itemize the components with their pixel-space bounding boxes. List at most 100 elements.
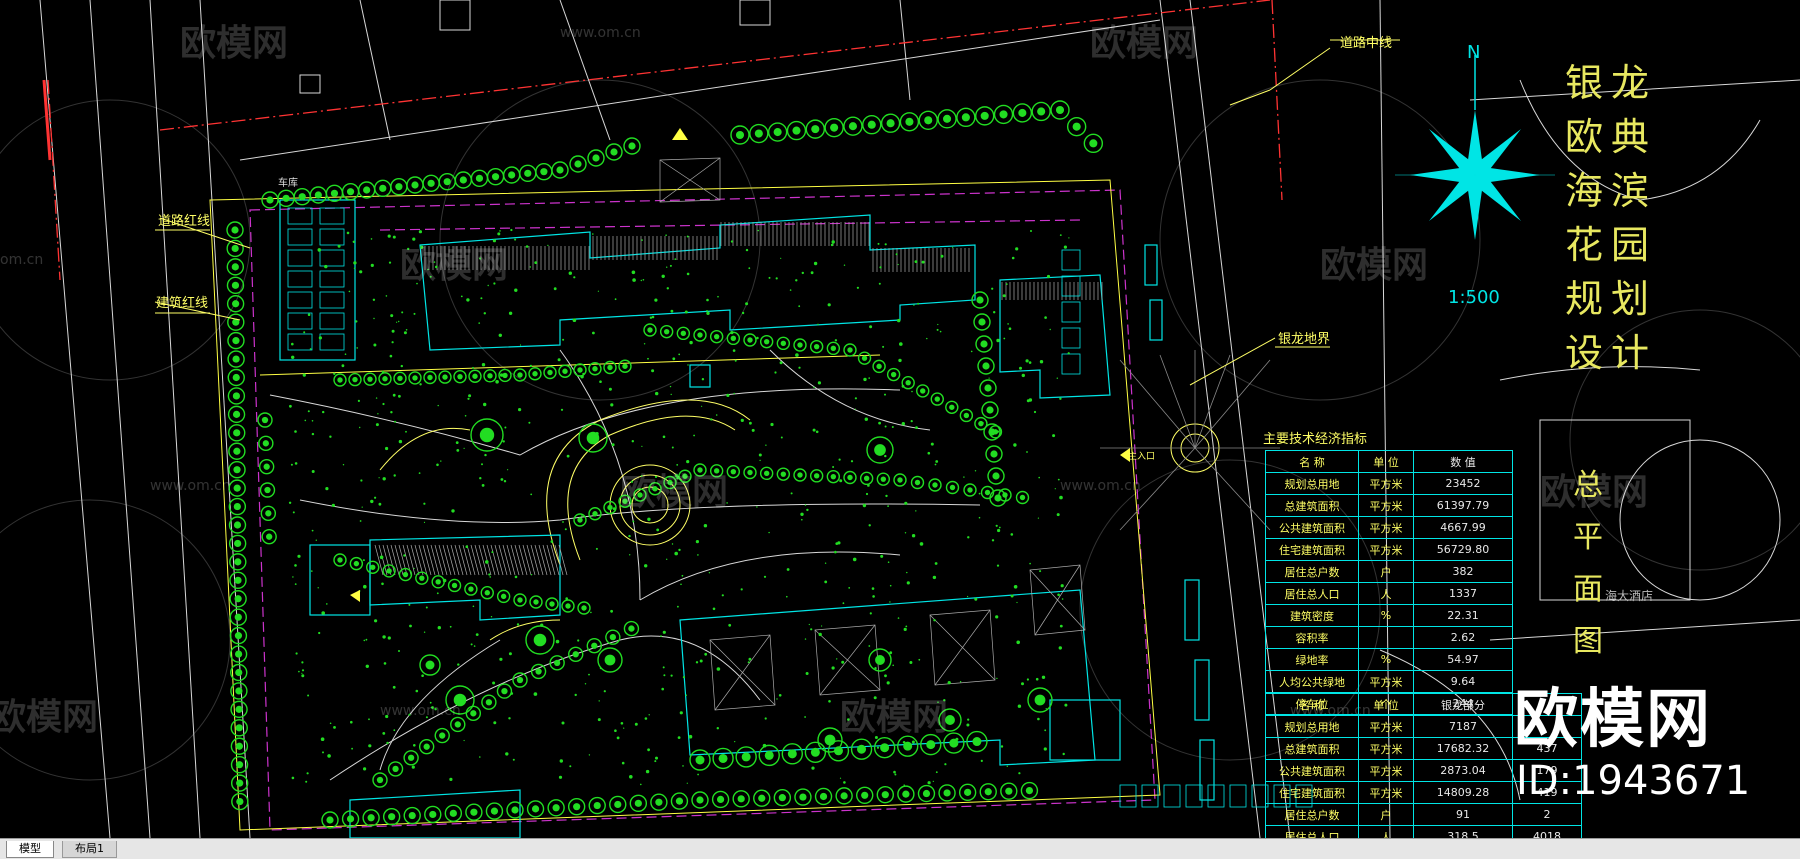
table-cell: 318.5 <box>1413 825 1513 838</box>
table-cell: 4018 <box>1512 825 1582 838</box>
table-cell: 户 <box>1358 803 1414 826</box>
brand-id: ID:1943671 <box>1516 758 1751 804</box>
table-row: 公共建筑面积 平方米 4667.99 <box>1265 516 1513 539</box>
scale-label: 1:500 <box>1448 287 1500 308</box>
plan-title-col2: 龙典滨园划计 <box>1610 61 1649 375</box>
table-cell: 总建筑面积 <box>1265 737 1359 760</box>
watermark-logo: 欧模网 <box>1320 245 1429 286</box>
watermark-logo: 欧模网 <box>400 245 509 286</box>
table-cell: 平方米 <box>1358 516 1414 539</box>
north-arrow-compass <box>1395 55 1555 240</box>
table-cell: 公共建筑面积 <box>1265 759 1359 782</box>
parking-stall <box>287 249 313 267</box>
site-boundary-label: 银龙地界 <box>1278 332 1331 347</box>
parking-stall <box>1061 275 1081 297</box>
table-row: 居住总户数户 382 <box>1265 560 1513 583</box>
parking-stall <box>287 333 313 351</box>
parking-stall <box>287 291 313 309</box>
table-row: 建筑密度% 22.31 <box>1265 604 1513 627</box>
parking-stall <box>287 228 313 246</box>
parking-stall <box>319 312 345 330</box>
cad-model-viewport[interactable]: 欧模网 欧模网 欧模网 欧模网 欧模网 欧模网 欧模网 欧模网 www.om.c… <box>0 0 1800 838</box>
table-cell: 平方米 <box>1358 670 1414 693</box>
plan-title-col1: 银欧海花规设 <box>1564 61 1603 375</box>
parking-stall <box>1229 784 1247 808</box>
indicator-table-main: 名 称单 位数 值规划总用地 平方米 23452 总建筑面积 平方米 61397.79 公共… <box>1265 450 1513 715</box>
table-cell: 居住总人口 <box>1265 825 1359 838</box>
table-header-cell: 单 位 <box>1358 693 1414 716</box>
parking-stall <box>1061 301 1081 323</box>
table-cell: 61397.79 <box>1413 494 1513 517</box>
table-row: 居住总户数户 91 2 <box>1265 803 1582 826</box>
parking-stall <box>1061 353 1081 375</box>
table-cell: 91 <box>1413 803 1513 826</box>
table-cell: 7187 <box>1413 715 1513 738</box>
table-cell: 56729.80 <box>1413 538 1513 561</box>
watermark-logo: 欧模网 <box>180 23 289 64</box>
plan-subtitle: 总平面图 <box>1573 468 1603 659</box>
table-cell: 2873.04 <box>1413 759 1513 782</box>
brand-logo-text: 欧模网 <box>1514 683 1712 757</box>
table-cell: 平方米 <box>1358 715 1414 738</box>
table-cell: 人 <box>1358 582 1414 605</box>
table-cell: 4667.99 <box>1413 516 1513 539</box>
parking-stall <box>287 207 313 225</box>
table-cell: 总建筑面积 <box>1265 494 1359 517</box>
table-cell: 平方米 <box>1358 781 1414 804</box>
tab-layout1[interactable]: 布局1 <box>62 841 117 858</box>
road-centerline-label: 道路中线 <box>1340 36 1393 51</box>
table-cell: 23452 <box>1413 472 1513 495</box>
watermark-logo: 欧模网 <box>620 472 729 513</box>
table-header-cell: 单 位 <box>1358 450 1414 473</box>
table-cell: 平方米 <box>1358 759 1414 782</box>
parking-stall <box>319 291 345 309</box>
table-cell: 居住总户数 <box>1265 560 1359 583</box>
table-cell: 住宅建筑面积 <box>1265 538 1359 561</box>
watermark-logo: 欧模网 <box>1090 23 1199 64</box>
table-header-row: 名 称单 位数 值 <box>1265 450 1513 473</box>
table-cell: 54.97 <box>1413 648 1513 671</box>
table-cell: 382 <box>1413 560 1513 583</box>
table-cell: 2 <box>1512 803 1582 826</box>
watermark-logo: 欧模网 <box>840 697 949 738</box>
table-row: 绿地率% 54.97 <box>1265 648 1513 671</box>
watermark-url: om.cn <box>0 252 44 268</box>
table-header-cell: 银龙部分 <box>1413 693 1513 716</box>
parking-stall <box>1207 784 1225 808</box>
parking-stall <box>319 333 345 351</box>
table-cell: 2.62 <box>1413 626 1513 649</box>
table-cell: 绿地率 <box>1265 648 1359 671</box>
hotel-label: 海大酒店 <box>1605 589 1654 603</box>
table-cell: 户 <box>1358 560 1414 583</box>
table-cell: % <box>1358 648 1414 671</box>
parking-stall <box>319 207 345 225</box>
table-row: 总建筑面积 平方米 61397.79 <box>1265 494 1513 517</box>
table-cell: 22.31 <box>1413 604 1513 627</box>
table-cell: 14809.28 <box>1413 781 1513 804</box>
parking-stall <box>319 270 345 288</box>
table-header-cell: 名 称 <box>1265 450 1359 473</box>
road-redline-label: 道路红线 <box>158 214 211 229</box>
table-cell: 人均公共绿地 <box>1265 670 1359 693</box>
parking-label: 车库 <box>278 178 298 189</box>
table-header-cell: 名 称 <box>1265 693 1359 716</box>
entrance-label: 主入口 <box>1128 452 1156 462</box>
table-cell: % <box>1358 604 1414 627</box>
watermark-url: www.om.cn <box>150 478 231 494</box>
table-cell: 居住总人口 <box>1265 582 1359 605</box>
parking-stall <box>319 228 345 246</box>
table-cell: 平方米 <box>1358 538 1414 561</box>
table-cell: 平方米 <box>1358 737 1414 760</box>
table-cell: 公共建筑面积 <box>1265 516 1359 539</box>
table-cell: 平方米 <box>1358 494 1414 517</box>
table-row: 居住总人口人 318.5 4018 <box>1265 825 1582 838</box>
watermark-url: www.om.cn <box>1060 478 1141 494</box>
table-cell: 17682.32 <box>1413 737 1513 760</box>
table-cell: 住宅建筑面积 <box>1265 781 1359 804</box>
tab-model[interactable]: 模型 <box>6 841 54 858</box>
watermark-logo: 欧模网 <box>0 697 99 738</box>
table-cell: 人 <box>1358 825 1414 838</box>
table-header-cell: 数 值 <box>1413 450 1513 473</box>
table-row: 住宅建筑面积 平方米 56729.80 <box>1265 538 1513 561</box>
parking-stall <box>1061 249 1081 271</box>
